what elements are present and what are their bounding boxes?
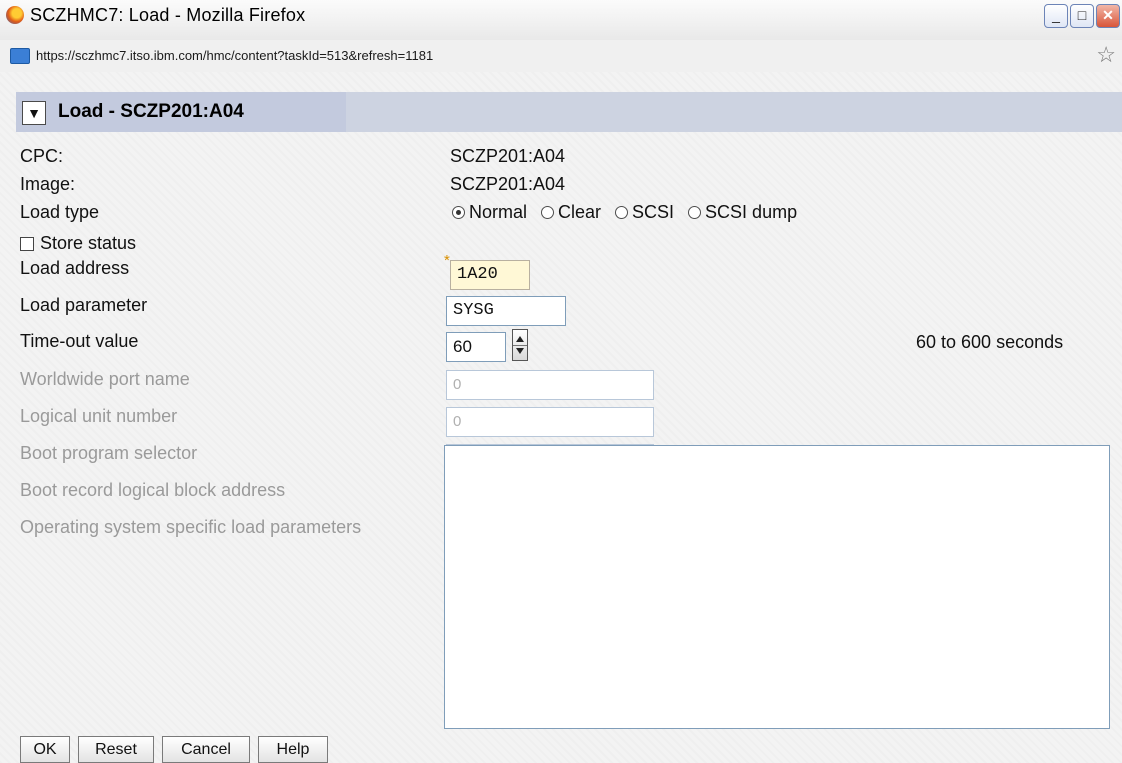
wwpn-label: Worldwide port name (20, 369, 190, 389)
panel-header: ▼ Load - SCZP201:A04 (16, 92, 1122, 132)
load-type-label: Load type (20, 202, 100, 222)
cancel-button[interactable]: Cancel (162, 736, 250, 763)
radio-empty-icon[interactable] (615, 206, 629, 219)
panel-title: Load - SCZP201:A04 (58, 101, 244, 122)
ok-button[interactable]: OK (20, 736, 70, 763)
spin-down-icon[interactable] (516, 348, 524, 354)
radio-selected-icon[interactable] (452, 206, 465, 219)
radio-clear-label[interactable]: Clear (558, 202, 601, 223)
window-title: SCZHMC7: Load - Mozilla Firefox (30, 5, 306, 25)
boot-program-selector-label: Boot program selector (20, 443, 198, 463)
radio-empty-icon[interactable] (688, 206, 702, 219)
load-type-radio-group: Normal Clear SCSI SCSI dump (452, 202, 797, 223)
store-status-checkbox[interactable]: Store status (20, 233, 136, 254)
required-marker: * (444, 252, 450, 269)
radio-scsi[interactable]: SCSI (615, 202, 674, 223)
panel-header-tab: ▼ Load - SCZP201:A04 (16, 92, 346, 132)
checkbox-icon[interactable] (20, 236, 34, 251)
os-load-params-textarea[interactable] (444, 445, 1110, 729)
radio-empty-icon[interactable] (541, 206, 555, 219)
lun-input[interactable]: 0 (446, 407, 654, 437)
spin-divider (513, 345, 527, 346)
load-parameter-input[interactable]: SYSG (446, 296, 566, 326)
radio-scsi-dump[interactable]: SCSI dump (688, 202, 797, 223)
wwpn-input[interactable]: 0 (446, 370, 654, 400)
reset-button[interactable]: Reset (78, 736, 154, 763)
minimize-button[interactable]: _ (1044, 4, 1068, 28)
image-value: SCZP201:A04 (450, 174, 566, 194)
window-titlebar: SCZHMC7: Load - Mozilla Firefox _ □ ✕ (0, 0, 1122, 41)
radio-scsi-dump-label[interactable]: SCSI dump (705, 202, 797, 223)
radio-normal[interactable]: Normal (452, 202, 527, 223)
star-icon[interactable]: ☆ (1096, 42, 1116, 68)
firefox-icon (6, 6, 24, 24)
radio-clear[interactable]: Clear (541, 202, 601, 223)
image-label: Image: (20, 174, 76, 194)
store-status-label[interactable]: Store status (40, 233, 136, 254)
timeout-range-note: 60 to 600 seconds (916, 332, 1064, 352)
cpc-value: SCZP201:A04 (450, 146, 566, 166)
timeout-label: Time-out value (20, 331, 139, 351)
load-address-input[interactable]: 1A20 (450, 260, 530, 290)
spin-up-icon[interactable] (516, 336, 524, 342)
boot-record-lba-label: Boot record logical block address (20, 480, 286, 500)
maximize-button[interactable]: □ (1070, 4, 1094, 28)
help-button[interactable]: Help (258, 736, 328, 763)
radio-normal-label[interactable]: Normal (469, 202, 527, 223)
url-text[interactable]: https://sczhmc7.itso.ibm.com/hmc/content… (36, 48, 433, 63)
radio-scsi-label[interactable]: SCSI (632, 202, 674, 223)
site-identity-icon[interactable] (10, 48, 30, 64)
spin-arrows-icon[interactable] (512, 329, 528, 361)
lun-label: Logical unit number (20, 406, 178, 426)
load-address-label: Load address (20, 258, 130, 278)
close-button[interactable]: ✕ (1096, 4, 1120, 28)
load-parameter-label: Load parameter (20, 295, 148, 315)
cpc-label: CPC: (20, 146, 64, 166)
chevron-down-icon[interactable]: ▼ (22, 101, 46, 125)
timeout-input[interactable]: 60 (446, 332, 506, 362)
os-load-params-label: Operating system specific load parameter… (20, 517, 362, 537)
address-bar[interactable]: https://sczhmc7.itso.ibm.com/hmc/content… (0, 40, 1122, 73)
